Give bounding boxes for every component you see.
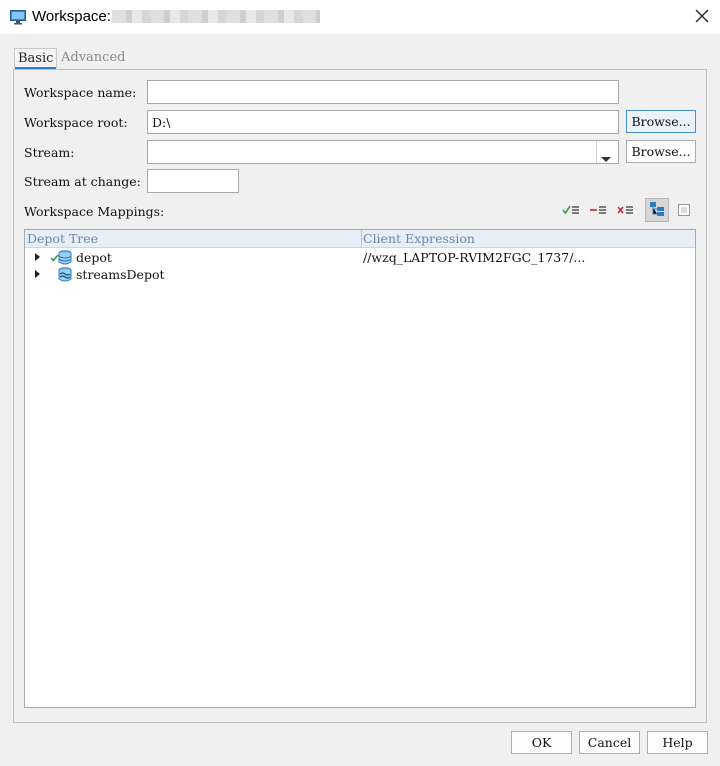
chevron-down-icon[interactable] — [600, 149, 612, 168]
redacted-title-text — [112, 10, 320, 23]
mappings-tree-table[interactable]: Depot Tree Client Expression depot //wzq… — [24, 229, 696, 708]
text-view-icon — [678, 203, 690, 219]
combo-divider — [596, 141, 597, 163]
close-button[interactable] — [684, 0, 720, 34]
expand-arrow-icon[interactable] — [35, 253, 40, 261]
remove-mapping-button[interactable] — [614, 200, 636, 222]
ok-button[interactable]: OK — [511, 731, 572, 754]
tree-item-label: streamsDepot — [76, 267, 165, 282]
cancel-button[interactable]: Cancel — [579, 731, 640, 754]
workspace-name-input[interactable] — [147, 80, 619, 104]
exclude-mapping-icon — [589, 204, 607, 219]
help-button[interactable]: Help — [647, 731, 708, 754]
tree-row-depot[interactable]: depot //wzq_LAPTOP-RVIM2FGC_1737/... — [25, 249, 695, 266]
stream-label: Stream: — [24, 145, 75, 160]
include-mapping-button[interactable] — [560, 200, 582, 222]
workspace-root-browse-button[interactable]: Browse... — [626, 110, 696, 133]
stream-browse-button[interactable]: Browse... — [626, 140, 696, 163]
remove-mapping-icon — [616, 204, 634, 219]
include-mapping-icon — [562, 204, 580, 219]
title-bar: Workspace: — [0, 0, 720, 34]
tab-advanced[interactable]: Advanced — [58, 48, 128, 68]
tab-basic[interactable]: Basic — [14, 48, 58, 69]
column-header-depot-tree[interactable]: Depot Tree — [27, 231, 98, 246]
tree-header: Depot Tree Client Expression — [25, 230, 695, 248]
stream-at-change-label: Stream at change: — [24, 174, 141, 189]
tree-row-streamsdepot[interactable]: streamsDepot — [25, 266, 695, 283]
workspace-root-input[interactable]: D:\ — [147, 110, 619, 134]
tree-item-label: depot — [76, 250, 112, 265]
close-icon — [695, 9, 709, 26]
stream-combobox[interactable] — [147, 140, 619, 164]
tree-view-icon — [649, 201, 665, 220]
stream-at-change-input[interactable] — [147, 169, 239, 193]
column-divider[interactable] — [361, 230, 362, 248]
tree-view-toggle[interactable] — [645, 198, 669, 222]
workspace-mappings-label: Workspace Mappings: — [24, 204, 165, 219]
expand-arrow-icon[interactable] — [35, 270, 40, 278]
text-view-toggle[interactable] — [673, 200, 695, 222]
client-expression-cell: //wzq_LAPTOP-RVIM2FGC_1737/... — [363, 250, 586, 265]
monitor-icon — [10, 9, 26, 25]
exclude-mapping-button[interactable] — [587, 200, 609, 222]
column-header-client-expression[interactable]: Client Expression — [363, 231, 475, 246]
streams-depot-icon — [58, 267, 72, 286]
window-title: Workspace: — [32, 8, 111, 25]
workspace-name-label: Workspace name: — [24, 85, 137, 100]
workspace-root-label: Workspace root: — [24, 115, 128, 130]
